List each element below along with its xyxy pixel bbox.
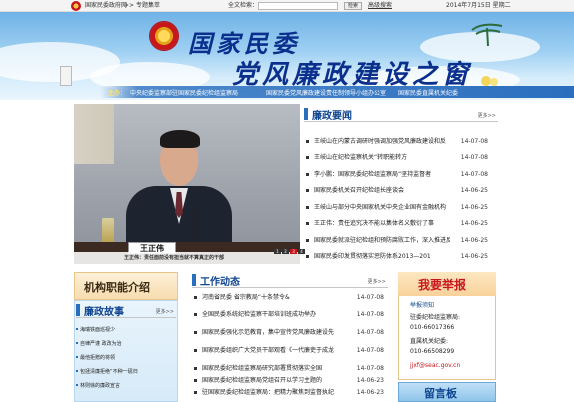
lighthouse-icon	[60, 66, 72, 86]
search-button[interactable]: 检索	[344, 2, 362, 10]
more-link[interactable]: 更多>>	[156, 308, 174, 315]
news-row[interactable]: 国家民委纪检组监察局党组召开以学习主题的 14-06-23	[194, 376, 384, 385]
host-link[interactable]: 国家民委直属机关纪委	[398, 88, 458, 97]
host-label: 主办：	[108, 90, 127, 97]
top-bar: 国家民委政府网 >> 专题集萃 全文检索： 检索 高级搜索 2014年7月15日…	[0, 0, 574, 12]
report-line: 直属机关纪委:	[410, 338, 449, 345]
section-title: 廉政故事	[84, 307, 124, 318]
host-link[interactable]: 中央纪委监察部驻国家民委纪检组监察局	[130, 88, 238, 97]
host-link[interactable]: 国家民委党风廉政建设责任制领导小组办公室	[266, 88, 386, 97]
news-row[interactable]: 王岐山在内蒙古调研时强调加强党风廉政建设和反 14-07-08	[306, 137, 488, 146]
slider-dot[interactable]: 1	[274, 249, 281, 254]
news-row[interactable]: 国家民委纪检组监察局研究部署贯彻落实全国 14-07-08	[194, 364, 384, 373]
slider-dot[interactable]: 3	[290, 249, 297, 254]
story-item[interactable]: 自律严谨 政改为治	[76, 340, 122, 347]
news-row[interactable]: 国家民委就派驻纪检组和预防腐败工作，深入推进反 14-06-25	[306, 236, 488, 245]
story-item[interactable]: 最他拒赠的将领	[75, 354, 115, 361]
site-home-link[interactable]: 国家民委政府网	[85, 2, 127, 10]
breadcrumb-arrow: >>	[124, 2, 135, 9]
report-title[interactable]: 我要举报	[418, 276, 466, 293]
news-row[interactable]: 驻国家民委纪检组监察局：把精力聚焦到监督执纪 14-06-23	[194, 388, 384, 397]
report-notice-link[interactable]: 举报须知	[410, 300, 434, 309]
news-row[interactable]: 王岐山在纪检监察机关“转职能转方 14-07-08	[306, 153, 488, 162]
report-email-link[interactable]: jjxf@seac.gov.cn	[410, 362, 460, 369]
story-item[interactable]: 林则徐的廉政宣言	[75, 382, 120, 389]
org-functions-label[interactable]: 机构职能介绍	[84, 279, 150, 295]
section-title: 工作动态	[200, 277, 240, 288]
lianzheng-header: 廉政要闻 更多>>	[304, 106, 498, 122]
search-input[interactable]	[258, 2, 338, 10]
stories-header: 廉政故事 更多>>	[76, 302, 176, 318]
search-label: 全文检索：	[228, 2, 259, 9]
message-board-label[interactable]: 留言板	[424, 385, 457, 401]
report-phone: 010-66017366	[410, 324, 455, 331]
slider-dot[interactable]: 2	[282, 249, 289, 254]
topic-link[interactable]: 专题集萃	[136, 2, 160, 10]
news-row[interactable]: 河南省民委 省宗教局“十条禁令& 14-07-08	[194, 293, 384, 302]
news-row[interactable]: 国家民委机关召开纪检组长座谈会 14-06-25	[306, 186, 488, 195]
featured-photo[interactable]: 王正伟	[74, 104, 300, 264]
story-item[interactable]: 包拯清廉拒绝“不种一砚归	[76, 368, 138, 375]
host-link-bar: 主办： 中央纪委监察部驻国家民委纪检组监察局 国家民委党风廉政建设责任制领导小组…	[100, 86, 574, 98]
report-phone: 010-66508299	[410, 348, 455, 355]
page: 国家民委政府网 >> 专题集萃 全文检索： 检索 高级搜索 2014年7月15日…	[0, 0, 574, 402]
report-line: 驻委纪检组监察局:	[410, 314, 461, 321]
advanced-search-link[interactable]: 高级搜索	[368, 2, 392, 10]
news-row[interactable]: 王岐山与部分中央国家机关中央企业国有金融机构 14-06-25	[306, 203, 488, 212]
national-emblem-icon	[71, 1, 81, 11]
news-row[interactable]: 全国民委系统纪检监察干部培训班成功举办 14-07-08	[194, 310, 384, 319]
news-row[interactable]: 国家民委印发贯彻落实惩防体系2013—201 14-06-25	[306, 252, 488, 261]
section-title: 廉政要闻	[312, 111, 352, 122]
current-date: 2014年7月15日 星期二	[446, 2, 511, 9]
news-row[interactable]: 王正伟：责任追究决不能以集体名义敷衍了事 14-06-25	[306, 219, 488, 228]
work-news-header: 工作动态 更多>>	[192, 272, 388, 288]
photo-caption[interactable]: 王正伟：责任面前没有担当就不算真正的干部	[74, 252, 300, 264]
more-link[interactable]: 更多>>	[368, 278, 386, 285]
more-link[interactable]: 更多>>	[478, 112, 496, 119]
news-row[interactable]: 李小鹏：国家民委纪检组监察局“坚持监督者 14-07-08	[306, 170, 488, 179]
microphone-icon	[194, 208, 196, 244]
news-row[interactable]: 国家民委组织广大党员干部观看《一代廉吏于成龙 14-07-08	[194, 346, 384, 355]
slider-dot[interactable]: 4	[298, 249, 305, 254]
pine-tree-icon	[471, 23, 503, 46]
story-item[interactable]: 海瑞铁面巡视少	[75, 326, 115, 333]
national-emblem-icon	[150, 22, 178, 50]
news-row[interactable]: 国家民委强化示范教育，集中宣传党风廉政建设先 14-07-08	[194, 328, 384, 337]
